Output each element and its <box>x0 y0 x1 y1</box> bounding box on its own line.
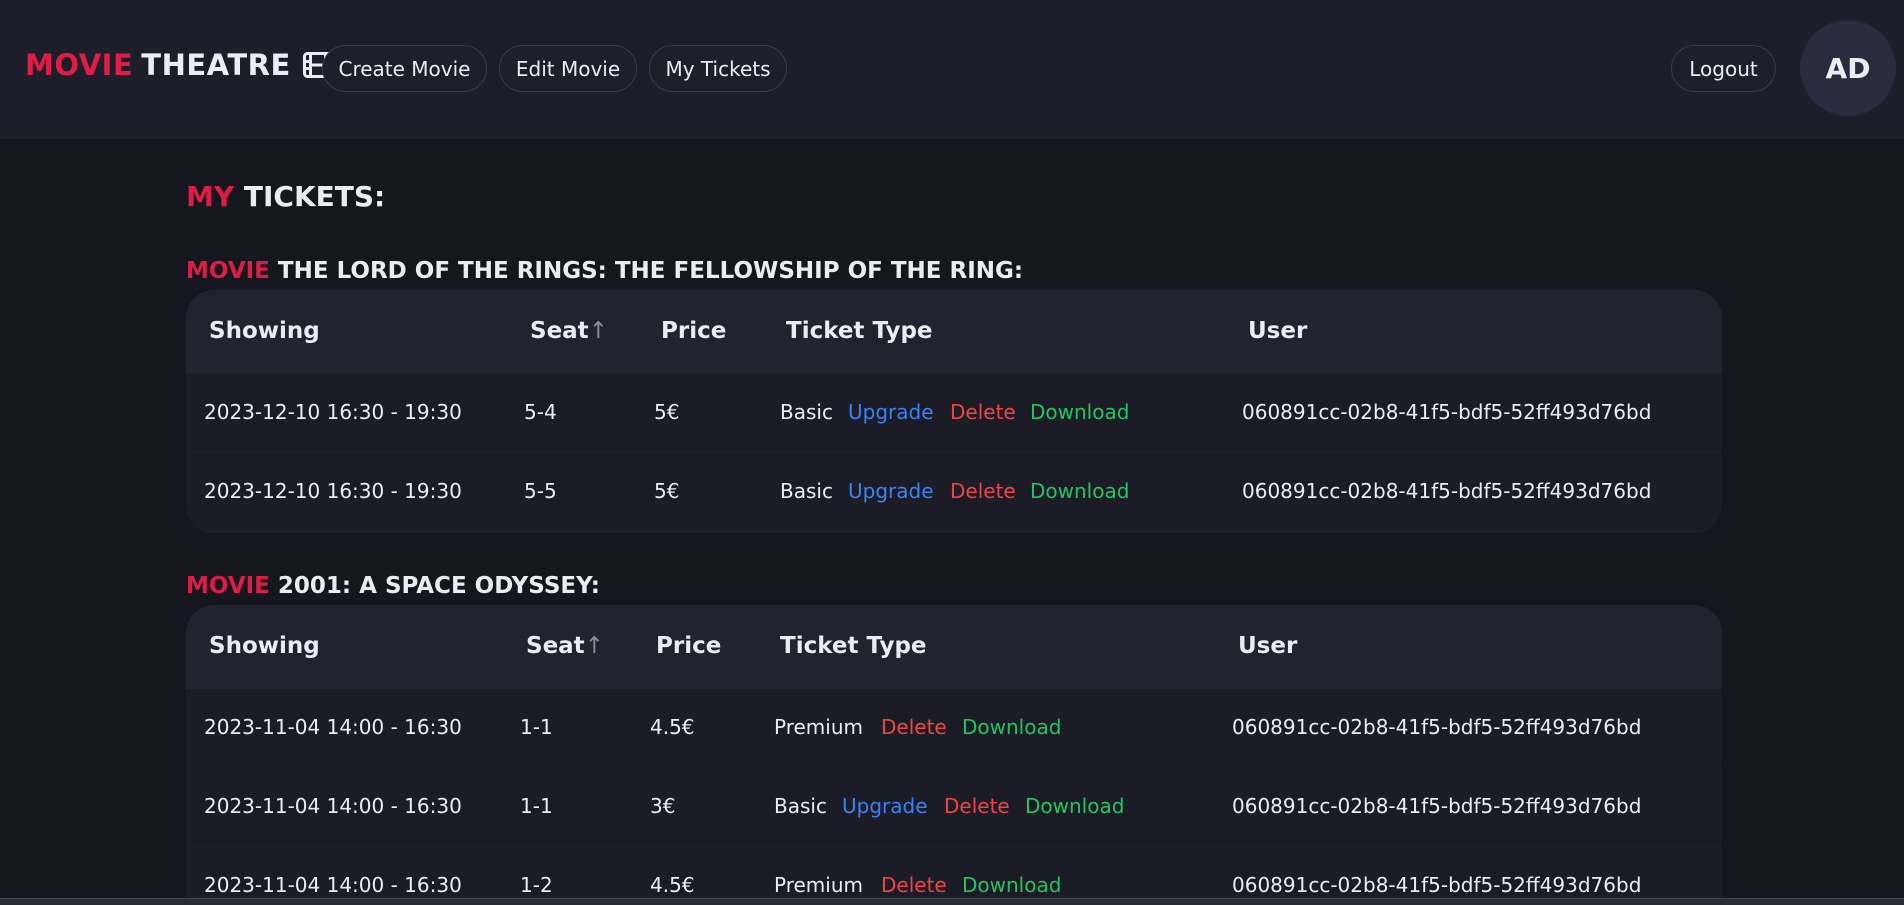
delete-link[interactable]: Delete <box>950 400 1016 424</box>
column-header-price[interactable]: Price <box>656 633 721 659</box>
showing-cell: 2023-11-04 14:00 - 16:30 <box>204 873 462 897</box>
price-cell: 4.5€ <box>650 715 695 739</box>
ticket-type-cell: Basic <box>774 794 827 818</box>
seat-cell: 5-5 <box>524 479 557 503</box>
tickets-table: Showing Seat↑ Price Ticket Type User 202… <box>186 290 1722 533</box>
window-bottom-edge <box>0 898 1904 905</box>
column-header-user[interactable]: User <box>1238 633 1297 659</box>
user-cell: 060891cc-02b8-41f5-bdf5-52ff493d76bd <box>1232 715 1642 739</box>
user-cell: 060891cc-02b8-41f5-bdf5-52ff493d76bd <box>1242 400 1652 424</box>
page-title: MY TICKETS: <box>186 180 385 213</box>
page-title-accent: MY <box>186 180 235 213</box>
table-row: 2023-11-04 14:00 - 16:30 1-1 4.5€ Premiu… <box>186 689 1722 768</box>
site-logo[interactable]: MOVIE THEATRE <box>25 48 333 82</box>
delete-link[interactable]: Delete <box>950 479 1016 503</box>
ticket-type-cell: Basic <box>780 479 833 503</box>
movie-section-title: MOVIE THE LORD OF THE RINGS: THE FELLOWS… <box>186 258 1023 284</box>
logo-text: THEATRE <box>141 48 291 82</box>
movie-label: MOVIE <box>186 573 270 599</box>
page-title-text: TICKETS: <box>243 180 386 213</box>
seat-cell: 5-4 <box>524 400 557 424</box>
user-cell: 060891cc-02b8-41f5-bdf5-52ff493d76bd <box>1232 794 1642 818</box>
table-row: 2023-11-04 14:00 - 16:30 1-1 3€ Basic Up… <box>186 768 1722 847</box>
table-header: Showing Seat↑ Price Ticket Type User <box>186 605 1722 689</box>
seat-cell: 1-2 <box>520 873 553 897</box>
seat-cell: 1-1 <box>520 715 553 739</box>
delete-link[interactable]: Delete <box>881 715 947 739</box>
my-tickets-button[interactable]: My Tickets <box>649 45 787 92</box>
column-header-user[interactable]: User <box>1248 318 1307 344</box>
user-cell: 060891cc-02b8-41f5-bdf5-52ff493d76bd <box>1242 479 1652 503</box>
download-link[interactable]: Download <box>1025 794 1124 818</box>
download-link[interactable]: Download <box>962 873 1061 897</box>
column-header-seat-label: Seat <box>530 318 589 344</box>
upgrade-link[interactable]: Upgrade <box>842 794 928 818</box>
table-row: 2023-12-10 16:30 - 19:30 5-5 5€ Basic Up… <box>186 453 1722 532</box>
column-header-ticket-type[interactable]: Ticket Type <box>780 633 927 659</box>
top-navbar: MOVIE THEATRE Create Movie Edit Movie My… <box>0 0 1904 139</box>
upgrade-link[interactable]: Upgrade <box>848 400 934 424</box>
user-cell: 060891cc-02b8-41f5-bdf5-52ff493d76bd <box>1232 873 1642 897</box>
ticket-type-cell: Premium <box>774 715 863 739</box>
movie-label: MOVIE <box>186 258 270 284</box>
table-row: 2023-11-04 14:00 - 16:30 1-2 4.5€ Premiu… <box>186 847 1722 905</box>
showing-cell: 2023-11-04 14:00 - 16:30 <box>204 715 462 739</box>
price-cell: 5€ <box>654 400 680 424</box>
download-link[interactable]: Download <box>1030 479 1129 503</box>
price-cell: 4.5€ <box>650 873 695 897</box>
seat-cell: 1-1 <box>520 794 553 818</box>
logout-button[interactable]: Logout <box>1671 45 1776 92</box>
movie-title: THE LORD OF THE RINGS: THE FELLOWSHIP OF… <box>277 258 1024 284</box>
sort-ascending-icon: ↑ <box>588 318 608 344</box>
edit-movie-button[interactable]: Edit Movie <box>499 45 637 92</box>
tickets-table: Showing Seat↑ Price Ticket Type User 202… <box>186 605 1722 905</box>
showing-cell: 2023-11-04 14:00 - 16:30 <box>204 794 462 818</box>
showing-cell: 2023-12-10 16:30 - 19:30 <box>204 479 462 503</box>
ticket-type-cell: Premium <box>774 873 863 897</box>
showing-cell: 2023-12-10 16:30 - 19:30 <box>204 400 462 424</box>
ticket-type-cell: Basic <box>780 400 833 424</box>
column-header-showing[interactable]: Showing <box>209 633 320 659</box>
logo-accent-text: MOVIE <box>25 48 134 82</box>
avatar[interactable]: AD <box>1800 20 1896 116</box>
column-header-price[interactable]: Price <box>661 318 726 344</box>
movie-title: 2001: A SPACE ODYSSEY: <box>277 573 600 599</box>
column-header-seat-label: Seat <box>526 633 585 659</box>
column-header-seat[interactable]: Seat↑ <box>526 633 604 659</box>
table-row: 2023-12-10 16:30 - 19:30 5-4 5€ Basic Up… <box>186 374 1722 453</box>
column-header-seat[interactable]: Seat↑ <box>530 318 608 344</box>
column-header-ticket-type[interactable]: Ticket Type <box>786 318 933 344</box>
create-movie-button[interactable]: Create Movie <box>322 45 487 92</box>
download-link[interactable]: Download <box>962 715 1061 739</box>
download-link[interactable]: Download <box>1030 400 1129 424</box>
delete-link[interactable]: Delete <box>944 794 1010 818</box>
table-header: Showing Seat↑ Price Ticket Type User <box>186 290 1722 374</box>
delete-link[interactable]: Delete <box>881 873 947 897</box>
price-cell: 3€ <box>650 794 676 818</box>
column-header-showing[interactable]: Showing <box>209 318 320 344</box>
upgrade-link[interactable]: Upgrade <box>848 479 934 503</box>
price-cell: 5€ <box>654 479 680 503</box>
movie-section-title: MOVIE 2001: A SPACE ODYSSEY: <box>186 573 600 599</box>
sort-ascending-icon: ↑ <box>584 633 604 659</box>
